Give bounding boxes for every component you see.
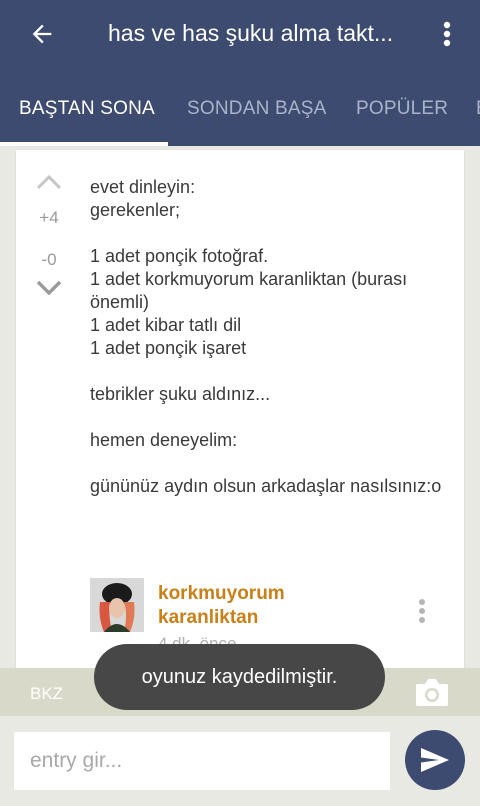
arrow-left-icon [32, 24, 52, 44]
chevron-down-icon [36, 280, 62, 296]
author-name[interactable]: korkmuyorum karanliktan [158, 582, 358, 630]
tab-bar: BAŞTAN SONA SONDAN BAŞA POPÜLER B [0, 84, 480, 146]
entry-input[interactable] [14, 732, 390, 790]
bkz-button[interactable]: BKZ [30, 684, 63, 704]
author-avatar[interactable] [90, 578, 144, 632]
back-button[interactable] [22, 14, 62, 54]
avatar-image [90, 578, 144, 632]
upvote-button[interactable] [34, 174, 64, 195]
more-vert-icon [443, 21, 451, 47]
entry-card: +4 -0 evet dinleyin: gerekenler; 1 adet … [16, 150, 464, 680]
overflow-menu-button[interactable] [432, 14, 462, 54]
send-icon [421, 748, 449, 772]
app-bar: has ve has şuku alma takt... BAŞTAN SONA… [0, 0, 480, 146]
tab-partial[interactable]: B [476, 98, 480, 120]
entry-text: evet dinleyin: gerekenler; 1 adet ponçik… [90, 177, 442, 496]
tab-bastan-sona[interactable]: BAŞTAN SONA [19, 98, 155, 120]
more-vert-icon [419, 599, 425, 623]
toast-message: oyunuz kaydedilmiştir. [94, 644, 385, 710]
downvote-button[interactable] [34, 280, 64, 301]
compose-bar [0, 716, 480, 806]
camera-icon [416, 679, 448, 706]
entry-more-button[interactable] [412, 594, 432, 628]
chevron-up-icon [36, 174, 62, 190]
tab-sondan-basa[interactable]: SONDAN BAŞA [187, 98, 326, 120]
camera-button[interactable] [414, 676, 450, 708]
upvote-count: +4 [39, 208, 59, 227]
downvote-count: -0 [41, 250, 57, 269]
page-title: has ve has şuku alma takt... [108, 20, 394, 46]
send-button[interactable] [405, 730, 465, 790]
active-tab-indicator [0, 142, 168, 146]
tab-populer[interactable]: POPÜLER [356, 98, 448, 120]
